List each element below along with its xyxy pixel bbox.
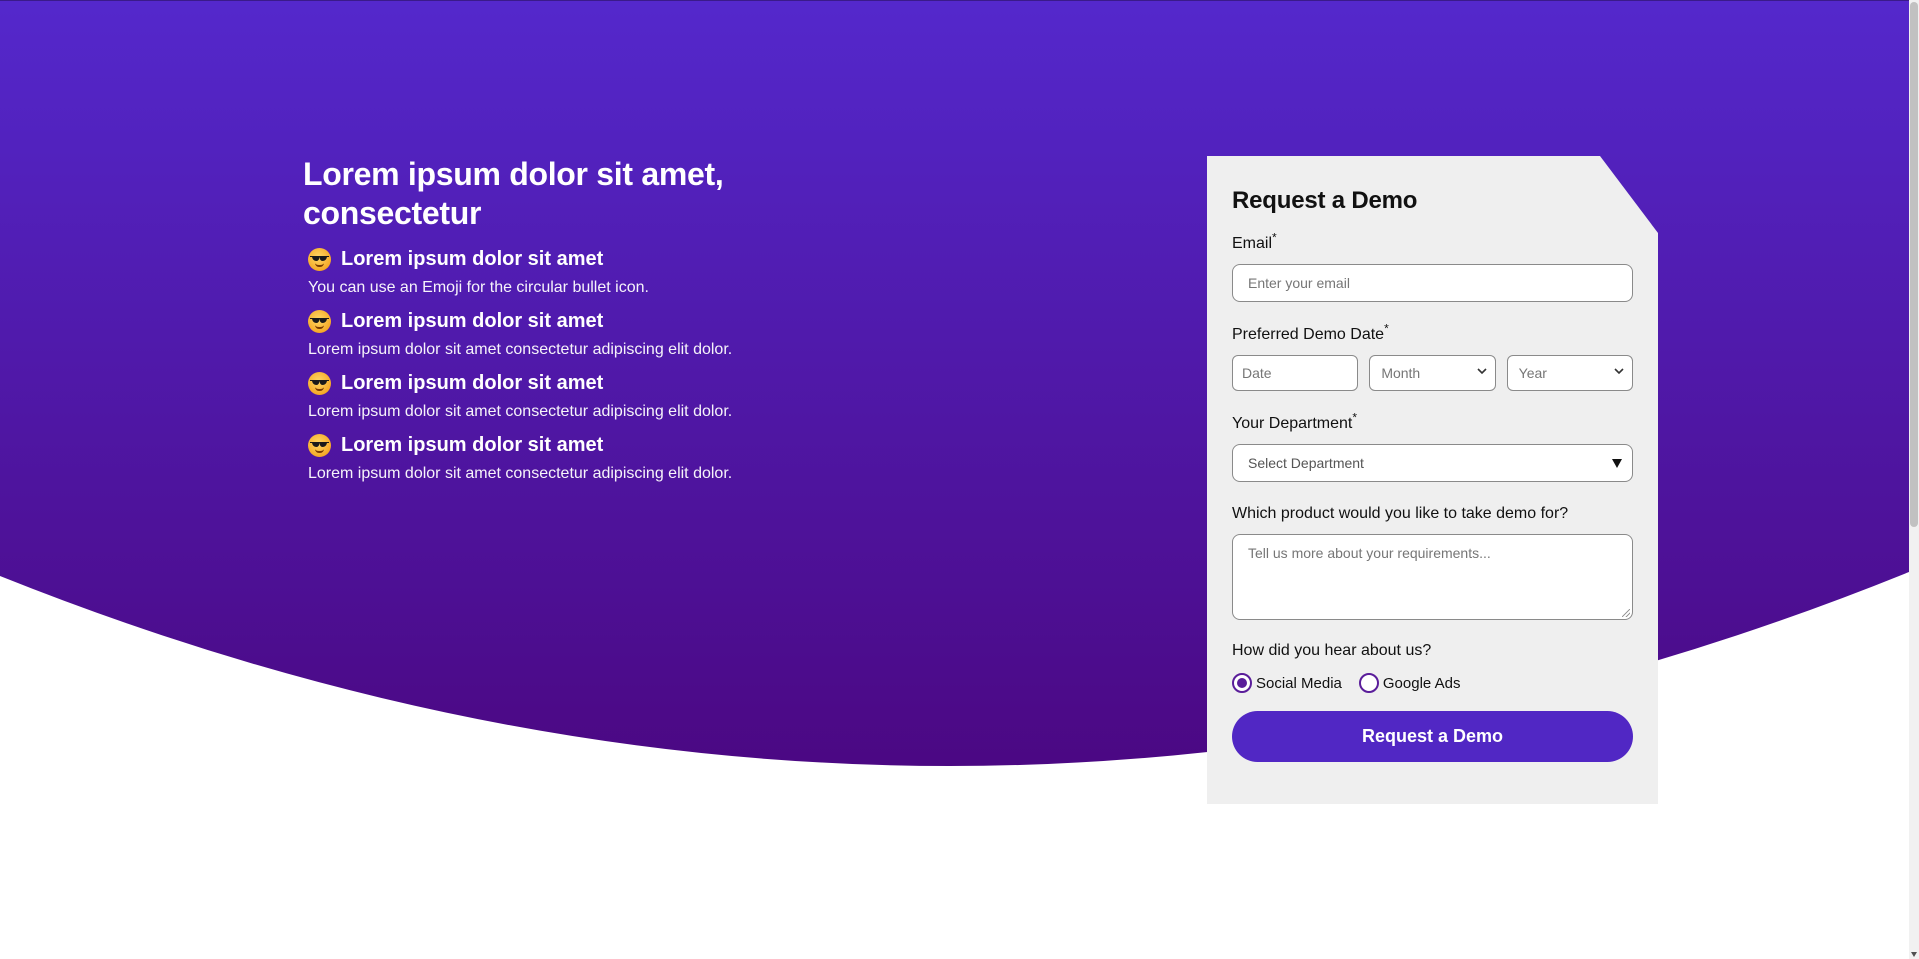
chevron-down-icon bbox=[1477, 368, 1487, 375]
hero-headline: Lorem ipsum dolor sit amet, consectetur bbox=[303, 156, 724, 231]
sunglasses-emoji-icon bbox=[308, 433, 331, 457]
request-demo-form: Request a Demo Email* Enter your email P… bbox=[1207, 156, 1658, 804]
feature-item: Lorem ipsum dolor sit amet Lorem ipsum d… bbox=[303, 309, 823, 361]
resize-grip-icon[interactable] bbox=[1622, 609, 1630, 617]
feature-title: Lorem ipsum dolor sit amet bbox=[341, 248, 604, 270]
required-marker: * bbox=[1272, 230, 1277, 245]
hear-about-label: How did you hear about us? bbox=[1232, 642, 1432, 659]
year-select-value: Year bbox=[1518, 365, 1547, 381]
email-label: Email* bbox=[1232, 230, 1277, 252]
scrollbar-thumb[interactable] bbox=[1910, 2, 1918, 527]
radio-label: Google Ads bbox=[1382, 674, 1461, 692]
department-select[interactable]: Select Department bbox=[1232, 444, 1633, 482]
year-select[interactable]: Year bbox=[1506, 355, 1633, 391]
feature-description: Lorem ipsum dolor sit amet consectetur a… bbox=[308, 403, 733, 420]
request-demo-button[interactable]: Request a Demo bbox=[1232, 711, 1633, 762]
sunglasses-emoji-icon bbox=[308, 247, 331, 271]
feature-title: Lorem ipsum dolor sit amet bbox=[341, 372, 604, 394]
feature-title: Lorem ipsum dolor sit amet bbox=[341, 434, 604, 456]
radio-label: Social Media bbox=[1256, 674, 1342, 692]
requirements-textarea[interactable]: Tell us more about your requirements... bbox=[1232, 534, 1633, 620]
demo-date-label: Preferred Demo Date* bbox=[1232, 321, 1389, 343]
chevron-down-icon bbox=[1614, 368, 1624, 375]
hear-about-options: Social Media Google Ads bbox=[1232, 673, 1633, 693]
feature-list: Lorem ipsum dolor sit amet You can use a… bbox=[303, 247, 823, 485]
date-field[interactable]: Date bbox=[1232, 355, 1359, 391]
required-marker: * bbox=[1384, 321, 1389, 336]
feature-title: Lorem ipsum dolor sit amet bbox=[341, 310, 604, 332]
sunglasses-emoji-icon bbox=[308, 371, 331, 395]
triangle-down-icon bbox=[1612, 459, 1622, 468]
required-marker: * bbox=[1352, 410, 1358, 425]
month-select-value: Month bbox=[1381, 365, 1421, 381]
sunglasses-emoji-icon bbox=[308, 309, 331, 333]
feature-description: You can use an Emoji for the circular bu… bbox=[308, 279, 649, 296]
radio-button-checked[interactable] bbox=[1232, 673, 1252, 693]
page-scrollbar[interactable] bbox=[1909, 0, 1919, 959]
department-label: Your Department* bbox=[1232, 410, 1358, 432]
textarea-placeholder: Tell us more about your requirements... bbox=[1248, 545, 1491, 561]
month-select[interactable]: Month bbox=[1369, 355, 1496, 391]
form-title: Request a Demo bbox=[1232, 187, 1418, 214]
scroll-down-arrow-icon[interactable] bbox=[1911, 952, 1917, 957]
department-select-value: Select Department bbox=[1248, 455, 1364, 471]
feature-description: Lorem ipsum dolor sit amet consectetur a… bbox=[308, 341, 733, 358]
email-field[interactable]: Enter your email bbox=[1232, 264, 1633, 302]
feature-description: Lorem ipsum dolor sit amet consectetur a… bbox=[308, 465, 733, 482]
feature-item: Lorem ipsum dolor sit amet Lorem ipsum d… bbox=[303, 433, 823, 485]
product-label: Which product would you like to take dem… bbox=[1232, 505, 1569, 522]
feature-item: Lorem ipsum dolor sit amet Lorem ipsum d… bbox=[303, 371, 823, 423]
feature-item: Lorem ipsum dolor sit amet You can use a… bbox=[303, 247, 823, 299]
radio-button[interactable] bbox=[1358, 673, 1379, 693]
demo-date-row: Date Month Year bbox=[1232, 355, 1633, 391]
hero-content: Lorem ipsum dolor sit amet, consectetur … bbox=[303, 155, 823, 485]
radio-option-social-media[interactable]: Social Media bbox=[1232, 673, 1342, 693]
radio-option-google-ads[interactable]: Google Ads bbox=[1358, 673, 1461, 693]
